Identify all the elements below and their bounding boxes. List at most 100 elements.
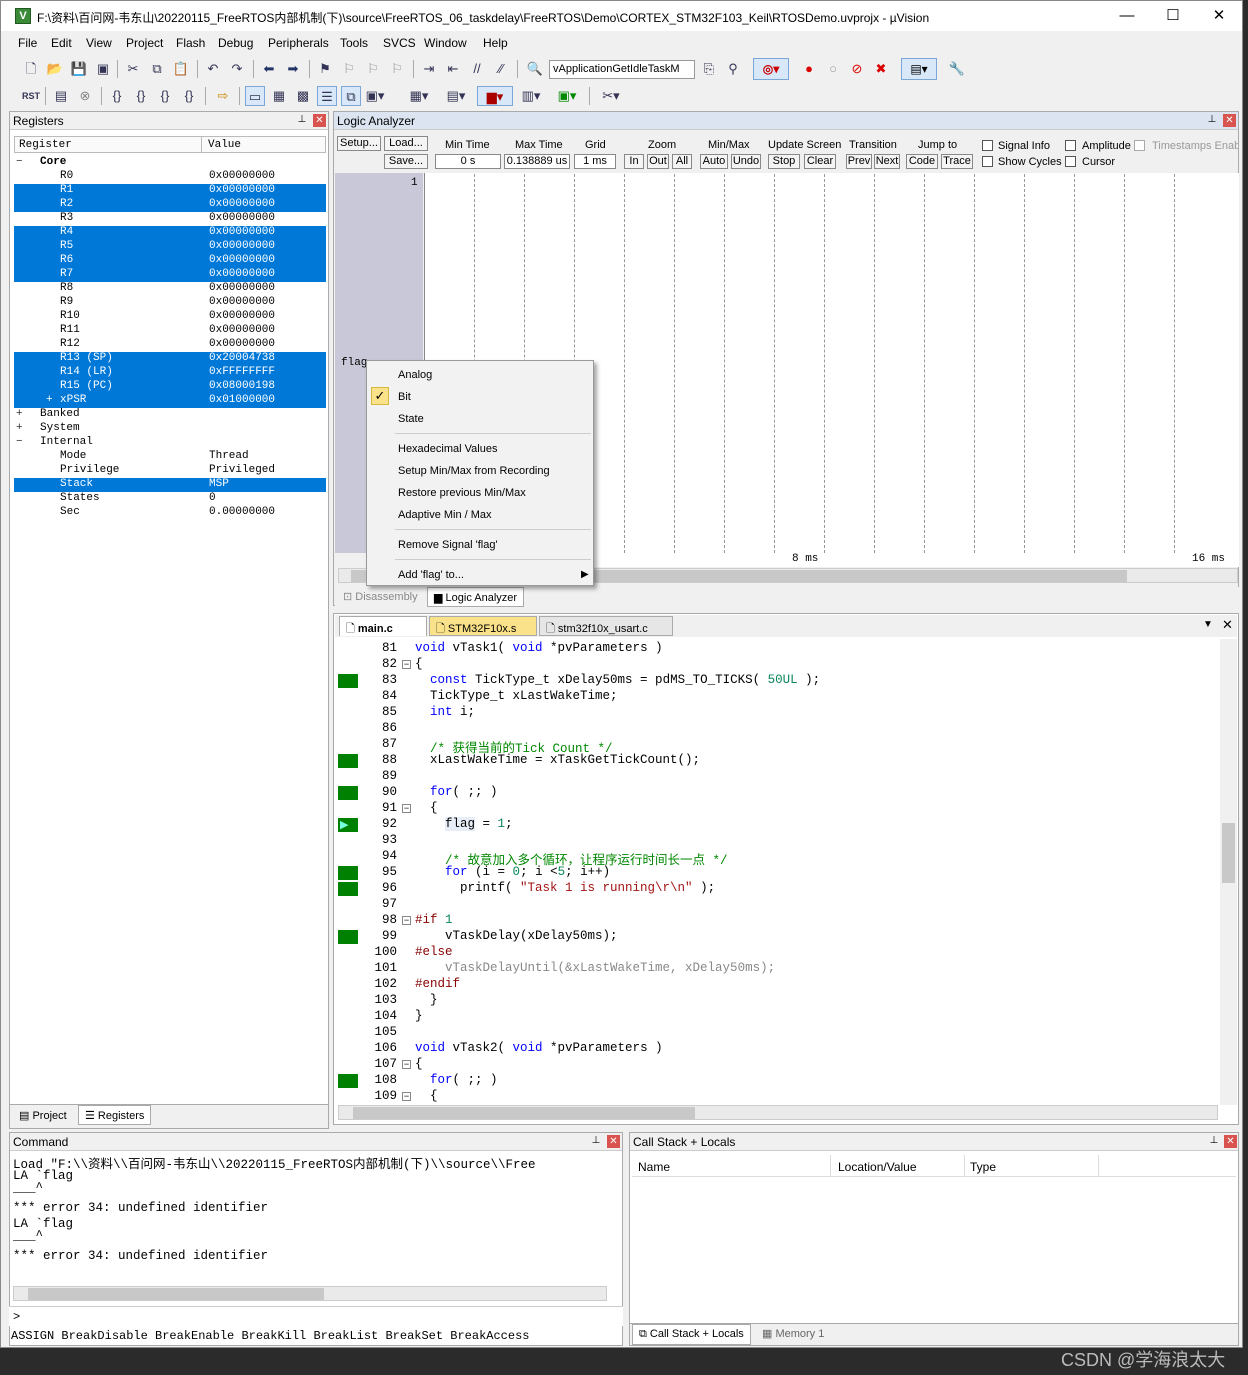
- comment-icon[interactable]: //: [467, 59, 487, 79]
- open-file-icon[interactable]: 📂: [45, 59, 65, 79]
- clear-button[interactable]: Clear: [804, 154, 836, 169]
- register-value[interactable]: Thread: [209, 450, 249, 462]
- register-value[interactable]: 0x01000000: [209, 394, 275, 406]
- menu-item-bit[interactable]: Bit: [398, 391, 411, 403]
- jump-trace-button[interactable]: Trace: [941, 154, 973, 169]
- toolbox-icon[interactable]: ✂▾: [595, 86, 627, 106]
- register-value[interactable]: 0x08000198: [209, 380, 275, 392]
- save-icon[interactable]: 💾: [69, 59, 89, 79]
- code-line[interactable]: const TickType_t xDelay50ms = pdMS_TO_TI…: [415, 673, 820, 687]
- find-icon[interactable]: ⎘: [699, 59, 719, 79]
- close-panel-icon[interactable]: ✕: [1223, 114, 1236, 127]
- fold-icon[interactable]: −: [402, 660, 411, 669]
- register-row[interactable]: Privilege Privileged: [14, 464, 326, 478]
- zoom-in-button[interactable]: In: [624, 154, 644, 169]
- uncomment-icon[interactable]: ∕∕: [491, 59, 511, 79]
- fold-icon[interactable]: −: [402, 804, 411, 813]
- zoom-out-button[interactable]: Out: [647, 154, 669, 169]
- configure-icon[interactable]: 🔧: [947, 59, 967, 79]
- disassembly-window-icon[interactable]: ▦: [269, 86, 289, 106]
- analysis-window-icon[interactable]: ▆▾: [477, 86, 513, 106]
- command-hscroll-thumb[interactable]: [28, 1288, 324, 1300]
- col-name[interactable]: Name: [638, 1160, 670, 1174]
- code-line[interactable]: for (i = 0; i <5; i++): [415, 865, 610, 879]
- jump-code-button[interactable]: Code: [906, 154, 938, 169]
- collapse-icon[interactable]: −: [16, 156, 23, 168]
- step-out-icon[interactable]: {}: [155, 86, 175, 106]
- clear-bookmarks-icon[interactable]: ⚐: [387, 59, 407, 79]
- menu-view[interactable]: View: [86, 36, 112, 50]
- register-row[interactable]: R2 0x00000000: [14, 198, 326, 212]
- register-row[interactable]: R8 0x00000000: [14, 282, 326, 296]
- next-button[interactable]: Next: [874, 154, 900, 169]
- close-panel-icon[interactable]: ✕: [313, 114, 326, 127]
- indent-icon[interactable]: ⇥: [419, 59, 439, 79]
- serial-window-icon[interactable]: ▤▾: [441, 86, 471, 106]
- register-row[interactable]: R1 0x00000000: [14, 184, 326, 198]
- prev-button[interactable]: Prev: [846, 154, 872, 169]
- find-in-files-icon[interactable]: 🔍: [525, 59, 545, 79]
- menu-item-hex-values[interactable]: Hexadecimal Values: [398, 443, 497, 455]
- reset-cpu-icon[interactable]: RST: [21, 86, 41, 106]
- close-tab-icon[interactable]: ✕: [1222, 617, 1233, 633]
- save-button[interactable]: Save...: [384, 154, 428, 169]
- register-row[interactable]: Sec 0.00000000: [14, 506, 326, 520]
- menu-debug[interactable]: Debug: [218, 36, 253, 50]
- copy-icon[interactable]: ⧉: [147, 59, 167, 79]
- incremental-find-icon[interactable]: ⚲: [723, 59, 743, 79]
- registers-window-icon[interactable]: ☰: [317, 86, 337, 106]
- code-line[interactable]: void vTask1( void *pvParameters ): [415, 641, 663, 655]
- register-row[interactable]: − Core: [14, 156, 326, 170]
- amplitude-checkbox[interactable]: [1065, 140, 1076, 151]
- code-line[interactable]: }: [415, 1009, 423, 1023]
- col-location[interactable]: Location/Value: [838, 1160, 917, 1174]
- register-value[interactable]: 0x20004738: [209, 352, 275, 364]
- menu-item-remove-signal[interactable]: Remove Signal 'flag': [398, 539, 498, 551]
- minmax-undo-button[interactable]: Undo: [731, 154, 761, 169]
- nav-forward-icon[interactable]: ➡: [283, 59, 303, 79]
- col-value[interactable]: Value: [208, 139, 241, 151]
- debug-session-icon[interactable]: ◎▾: [753, 58, 789, 80]
- tab-memory-1[interactable]: ▦ Memory 1: [756, 1324, 830, 1344]
- signal-name-flag[interactable]: flag: [341, 357, 367, 369]
- zoom-all-button[interactable]: All: [672, 154, 692, 169]
- register-value[interactable]: 0x00000000: [209, 184, 275, 196]
- menu-svcs[interactable]: SVCS: [383, 36, 416, 50]
- tab-stm32f10x-usart-c[interactable]: 🗋 stm32f10x_usart.c: [539, 616, 673, 636]
- run-icon[interactable]: ▤: [51, 86, 71, 106]
- menu-item-restore-minmax[interactable]: Restore previous Min/Max: [398, 487, 526, 499]
- tab-stm32f10x-s[interactable]: 🗋 STM32F10x.s: [429, 616, 537, 636]
- menu-item-analog[interactable]: Analog: [398, 369, 432, 381]
- register-row[interactable]: R6 0x00000000: [14, 254, 326, 268]
- symbols-window-icon[interactable]: ▩: [293, 86, 313, 106]
- redo-icon[interactable]: ↷: [227, 59, 247, 79]
- fold-icon[interactable]: −: [402, 1092, 411, 1101]
- trace-window-icon[interactable]: ▥▾: [515, 86, 547, 106]
- watch-window-icon[interactable]: ▣▾: [365, 86, 385, 106]
- col-type[interactable]: Type: [970, 1160, 996, 1174]
- col-register[interactable]: Register: [19, 139, 72, 151]
- code-line[interactable]: }: [415, 993, 438, 1007]
- tab-logic-analyzer[interactable]: ▆ Logic Analyzer: [427, 587, 525, 607]
- register-value[interactable]: 0x00000000: [209, 198, 275, 210]
- timestamps-checkbox[interactable]: [1134, 140, 1145, 151]
- new-file-icon[interactable]: 🗋: [21, 59, 41, 79]
- code-line[interactable]: for( ;; ): [415, 1073, 498, 1087]
- menu-flash[interactable]: Flash: [176, 36, 205, 50]
- insert-breakpoint-icon[interactable]: ●: [799, 59, 819, 79]
- maximize-button[interactable]: ☐: [1150, 1, 1196, 31]
- code-line[interactable]: #if 1: [415, 913, 453, 927]
- next-bookmark-icon[interactable]: ⚐: [363, 59, 383, 79]
- kill-all-breakpoints-icon[interactable]: ✖: [871, 59, 891, 79]
- expand-icon[interactable]: +: [46, 394, 53, 406]
- menu-item-adaptive-minmax[interactable]: Adaptive Min / Max: [398, 509, 492, 521]
- register-row[interactable]: R0 0x00000000: [14, 170, 326, 184]
- cut-icon[interactable]: ✂: [123, 59, 143, 79]
- stop-button[interactable]: Stop: [768, 154, 800, 169]
- register-value[interactable]: 0: [209, 492, 216, 504]
- code-line[interactable]: xLastWakeTime = xTaskGetTickCount();: [415, 753, 700, 767]
- cursor-checkbox[interactable]: [1065, 156, 1076, 167]
- call-stack-window-icon[interactable]: ⧉: [341, 86, 361, 106]
- tab-list-icon[interactable]: ▼: [1203, 619, 1213, 630]
- code-line[interactable]: flag = 1;: [415, 817, 513, 831]
